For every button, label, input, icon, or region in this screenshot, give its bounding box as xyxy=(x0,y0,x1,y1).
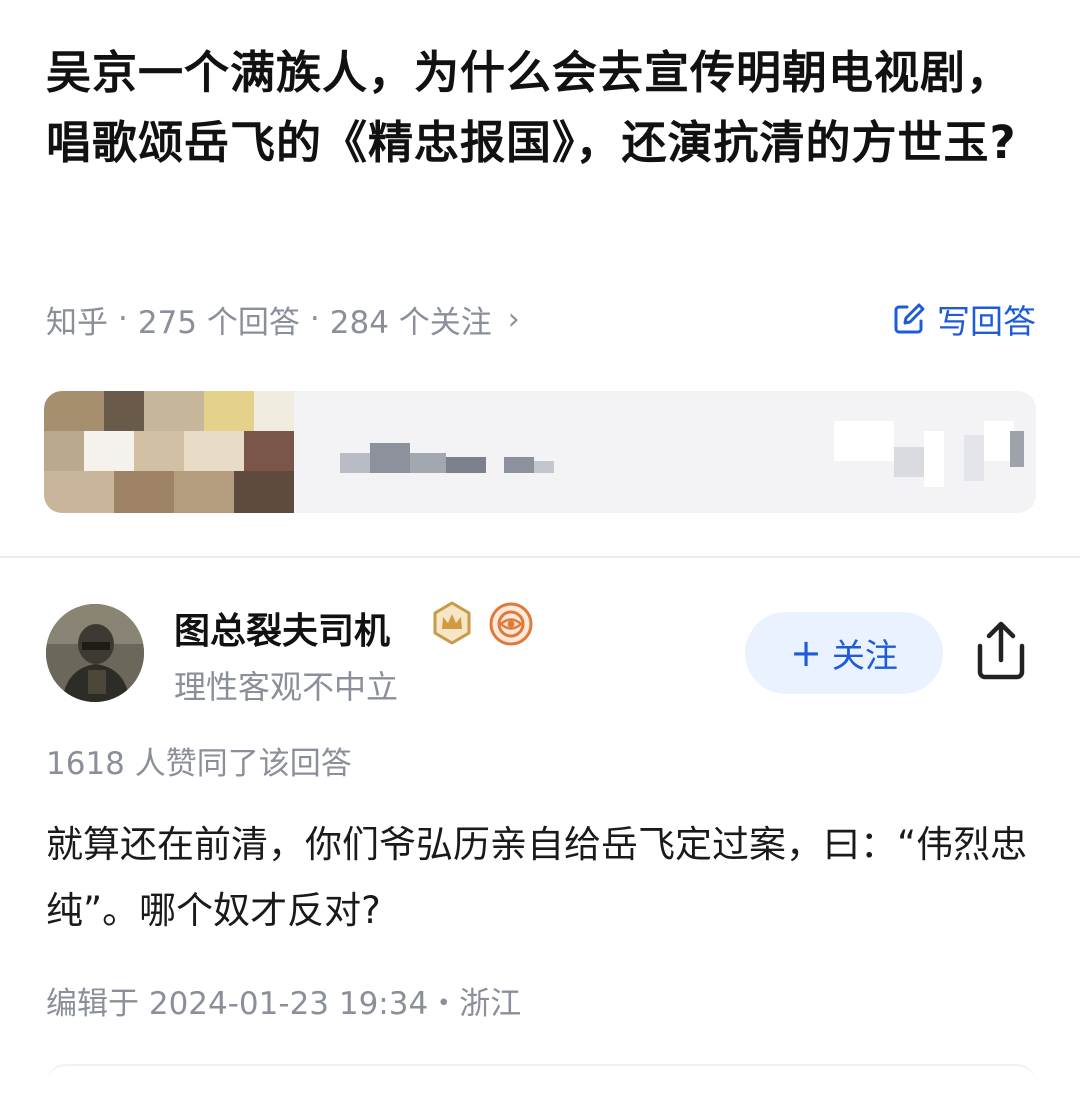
edit-timestamp: 编辑于 2024-01-23 19:34・浙江 xyxy=(46,986,522,1022)
next-card-edge xyxy=(46,1064,1036,1096)
answer-content[interactable]: 就算还在前清，你们爷弘历亲自给岳飞定过案，曰：“伟烈忠纯”。哪个奴才反对? xyxy=(46,812,1036,944)
source-label: 知乎 xyxy=(46,304,108,341)
edit-icon xyxy=(894,303,925,334)
author-bio: 理性客观不中立 xyxy=(174,668,399,706)
meta-separator: · xyxy=(118,301,128,337)
insight-badge-icon[interactable] xyxy=(488,601,534,647)
upvote-count: 1618 人赞同了该回答 xyxy=(46,746,352,782)
banner-thumbnail xyxy=(44,391,294,513)
meta-separator: · xyxy=(309,301,320,337)
follow-label: 关注 xyxy=(831,636,898,675)
plus-icon: + xyxy=(790,631,822,675)
author-badges xyxy=(430,601,534,647)
write-answer-label: 写回答 xyxy=(937,302,1036,341)
question-meta[interactable]: 知乎 · 275 个回答 · 284 个关注 › xyxy=(46,296,1036,342)
avatar[interactable] xyxy=(46,604,144,702)
follower-count: 284 个关注 xyxy=(329,304,492,341)
chevron-right-icon: › xyxy=(507,301,520,337)
share-icon[interactable] xyxy=(972,620,1030,686)
crown-badge-icon[interactable] xyxy=(430,601,474,645)
avatar-image xyxy=(46,604,144,702)
author-name[interactable]: 图总裂夫司机 xyxy=(174,602,390,654)
answer-count: 275 个回答 xyxy=(137,304,300,341)
follow-button[interactable]: + 关注 xyxy=(745,612,943,694)
promo-banner[interactable] xyxy=(44,391,1036,513)
section-divider xyxy=(0,556,1080,558)
write-answer-button[interactable]: 写回答 xyxy=(891,296,1036,342)
question-title[interactable]: 吴京一个满族人，为什么会去宣传明朝电视剧，唱歌颂岳飞的《精忠报国》，还演抗清的方… xyxy=(46,38,1046,178)
